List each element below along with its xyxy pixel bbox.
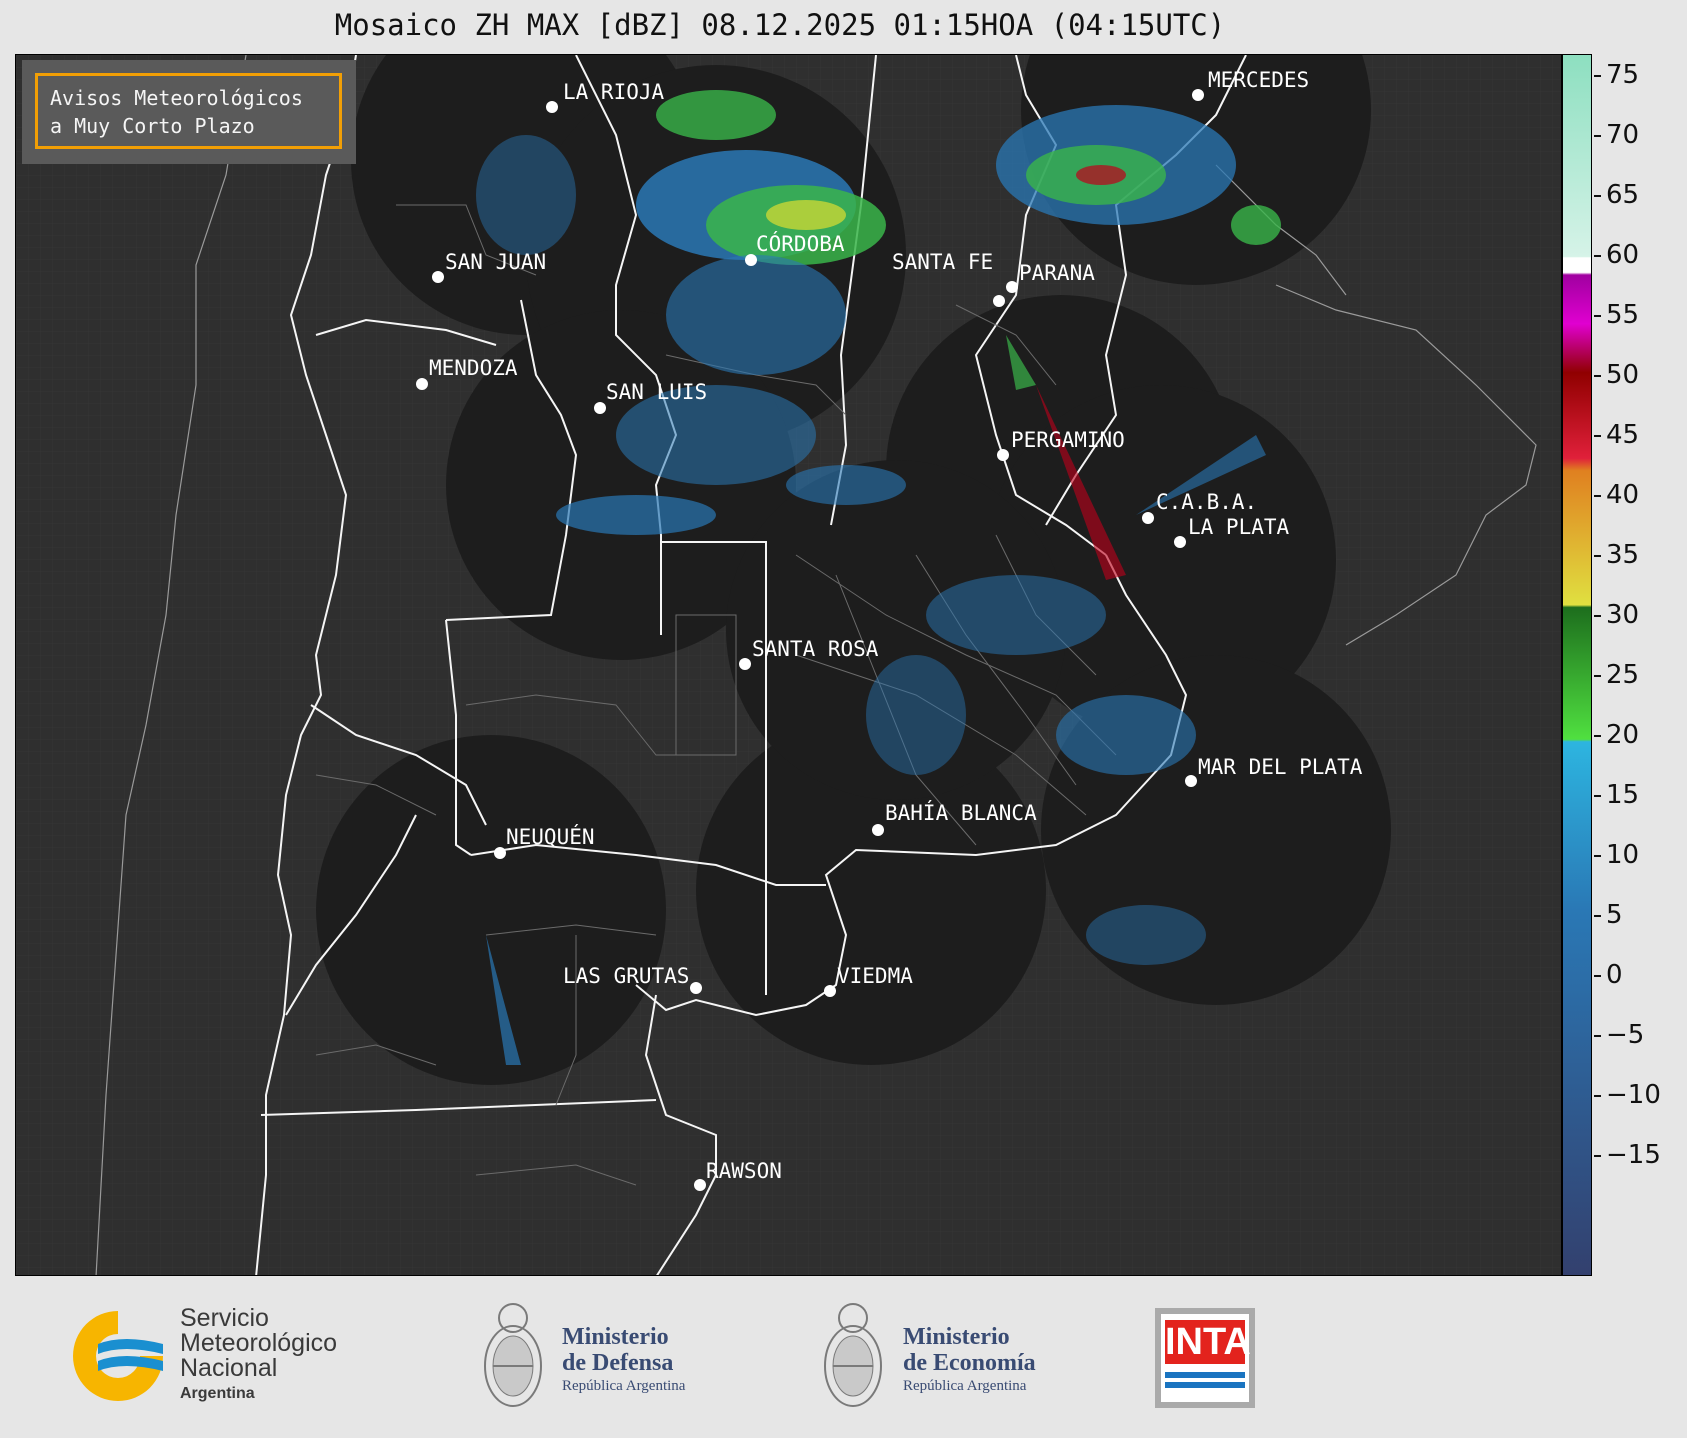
city-label-parana: PARANA bbox=[1019, 261, 1095, 285]
city-label-la-plata: LA PLATA bbox=[1188, 515, 1290, 539]
dbz-colorbar bbox=[1562, 54, 1592, 1276]
inta-logo-text: INTA bbox=[1165, 1320, 1251, 1364]
smn-line-1: Servicio bbox=[180, 1304, 269, 1332]
city-label-la-rioja: LA RIOJA bbox=[563, 80, 665, 104]
colorbar-tick-label: 35 bbox=[1606, 540, 1640, 570]
colorbar-tick-label: 60 bbox=[1606, 240, 1640, 270]
smn-logo-icon bbox=[73, 1311, 163, 1401]
city-label-cordoba: CÓRDOBA bbox=[756, 232, 845, 256]
city-label-mercedes: MERCEDES bbox=[1208, 68, 1310, 92]
colorbar-tick bbox=[1594, 795, 1601, 797]
notice-line-2: a Muy Corto Plazo bbox=[50, 114, 255, 138]
city-label-santa-rosa: SANTA ROSA bbox=[752, 637, 879, 661]
defensa-line-2: de Defensa bbox=[562, 1350, 674, 1376]
colorbar-tick bbox=[1594, 855, 1601, 857]
city-label-caba: C.A.B.A. bbox=[1156, 490, 1258, 514]
colorbar-tick bbox=[1594, 1035, 1601, 1037]
smn-line-4: Argentina bbox=[180, 1385, 255, 1402]
colorbar-tick bbox=[1594, 375, 1601, 377]
colorbar-tick-label: 55 bbox=[1606, 300, 1640, 330]
notice-line-1: Avisos Meteorológicos bbox=[50, 86, 303, 110]
colorbar-tick-label: 0 bbox=[1606, 960, 1623, 990]
smn-line-3: Nacional bbox=[180, 1354, 278, 1382]
colorbar-tick bbox=[1594, 75, 1601, 77]
colorbar-tick-label: 10 bbox=[1606, 840, 1640, 870]
city-label-viedma: VIEDMA bbox=[837, 964, 913, 988]
defensa-name: Ministerio de Defensa República Argentin… bbox=[562, 1324, 685, 1396]
colorbar-tick-label: 45 bbox=[1606, 420, 1640, 450]
map-title: Mosaico ZH MAX [dBZ] 08.12.2025 01:15HOA… bbox=[334, 8, 1226, 42]
city-label-san-juan: SAN JUAN bbox=[445, 250, 547, 274]
economia-line-1: Ministerio bbox=[903, 1324, 1010, 1350]
radar-map[interactable]: LA RIOJA MERCEDES CÓRDOBA SAN JUAN SANTA… bbox=[15, 54, 1562, 1276]
colorbar-tick-label: −5 bbox=[1606, 1020, 1645, 1050]
inta-logo: INTA bbox=[1155, 1308, 1255, 1408]
city-label-mendoza: MENDOZA bbox=[429, 356, 518, 380]
city-label-rawson: RAWSON bbox=[706, 1159, 782, 1183]
colorbar-tick bbox=[1594, 735, 1601, 737]
colorbar-gradient bbox=[1563, 55, 1591, 1275]
colorbar-tick-label: 25 bbox=[1606, 660, 1640, 690]
city-label-santa-fe: SANTA FE bbox=[892, 250, 994, 274]
logo-strip: Servicio Meteorológico Nacional Argentin… bbox=[0, 1276, 1687, 1438]
colorbar-tick-label: 75 bbox=[1606, 60, 1640, 90]
colorbar-tick bbox=[1594, 135, 1601, 137]
colorbar-tick bbox=[1594, 975, 1601, 977]
economia-coat-of-arms-icon bbox=[824, 1303, 882, 1407]
economia-line-3: República Argentina bbox=[903, 1378, 1027, 1394]
city-label-pergamino: PERGAMINO bbox=[1011, 428, 1125, 452]
colorbar-tick bbox=[1594, 255, 1601, 257]
colorbar-tick bbox=[1594, 615, 1601, 617]
colorbar-tick-label: 5 bbox=[1606, 900, 1623, 930]
colorbar-tick-label: −10 bbox=[1606, 1080, 1661, 1110]
smn-line-2: Meteorológico bbox=[180, 1329, 338, 1357]
colorbar-tick-label: 15 bbox=[1606, 780, 1640, 810]
colorbar-tick bbox=[1594, 1095, 1601, 1097]
economia-name: Ministerio de Economía República Argenti… bbox=[903, 1324, 1036, 1396]
colorbar-tick bbox=[1594, 315, 1601, 317]
colorbar-tick bbox=[1594, 555, 1601, 557]
city-label-mar-del-plata: MAR DEL PLATA bbox=[1198, 755, 1363, 779]
colorbar-tick bbox=[1594, 1155, 1601, 1157]
city-label-bahia-blanca: BAHÍA BLANCA bbox=[885, 801, 1037, 825]
notice-link[interactable]: Avisos Meteorológicos a Muy Corto Plazo bbox=[35, 73, 342, 149]
defensa-line-1: Ministerio bbox=[562, 1324, 669, 1350]
colorbar-tick bbox=[1594, 195, 1601, 197]
colorbar-tick bbox=[1594, 495, 1601, 497]
colorbar-tick-label: 70 bbox=[1606, 120, 1640, 150]
smn-name: Servicio Meteorológico Nacional Argentin… bbox=[180, 1306, 337, 1406]
colorbar-tick-label: 50 bbox=[1606, 360, 1640, 390]
city-label-neuquen: NEUQUÉN bbox=[506, 825, 595, 849]
colorbar-tick bbox=[1594, 435, 1601, 437]
colorbar-tick-label: 65 bbox=[1606, 180, 1640, 210]
colorbar-tick-label: −15 bbox=[1606, 1140, 1661, 1170]
colorbar-tick bbox=[1594, 915, 1601, 917]
city-label-las-grutas: LAS GRUTAS bbox=[563, 964, 690, 988]
defensa-line-3: República Argentina bbox=[562, 1378, 686, 1394]
city-label-san-luis: SAN LUIS bbox=[606, 380, 708, 404]
defensa-coat-of-arms-icon bbox=[484, 1303, 542, 1407]
colorbar-tick-label: 30 bbox=[1606, 600, 1640, 630]
colorbar-tick-label: 40 bbox=[1606, 480, 1640, 510]
economia-line-2: de Economía bbox=[903, 1350, 1036, 1376]
colorbar-tick-label: 20 bbox=[1606, 720, 1640, 750]
notice-panel: Avisos Meteorológicos a Muy Corto Plazo bbox=[22, 60, 356, 164]
colorbar-tick bbox=[1594, 675, 1601, 677]
